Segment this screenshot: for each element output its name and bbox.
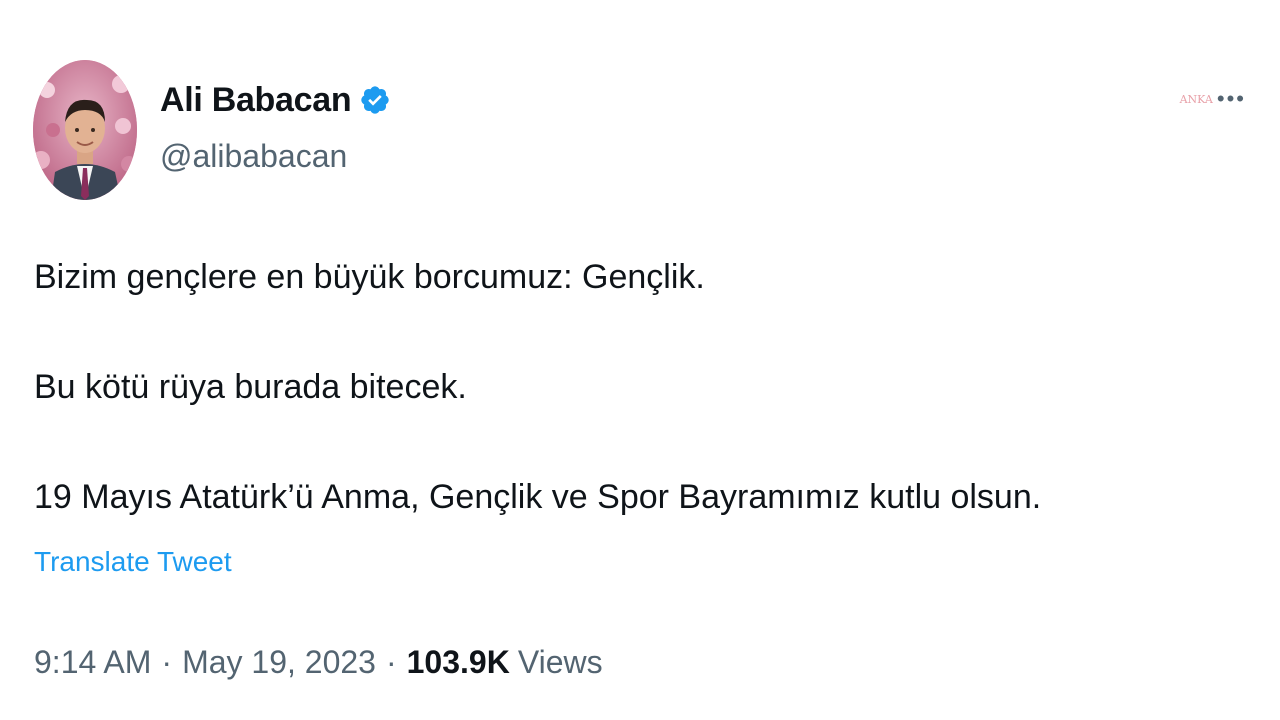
tweet-paragraph: 19 Mayıs Atatürk’ü Anma, Gençlik ve Spor… [34, 478, 1042, 516]
author-name-row: Ali Babacan [160, 78, 391, 122]
meta-separator: · [161, 644, 173, 680]
author-handle[interactable]: @alibabacan [160, 138, 391, 175]
author-block: Ali Babacan @alibabacan [160, 78, 391, 175]
translate-tweet-link[interactable]: Translate Tweet [34, 546, 232, 578]
watermark-label: ANKA [1179, 92, 1213, 106]
tweet-date[interactable]: May 19, 2023 [182, 644, 376, 681]
tweet-card: Ali Babacan @alibabacan ANKA ••• Bizim g… [0, 0, 1280, 720]
verified-badge-icon[interactable] [359, 84, 391, 116]
tweet-text: Bizim gençlere en büyük borcumuz: Gençli… [34, 252, 1234, 532]
more-options: ANKA ••• [1180, 88, 1246, 110]
tweet-paragraph: Bizim gençlere en büyük borcumuz: Gençli… [34, 258, 705, 296]
tweet-meta: 9:14 AM · May 19, 2023 · 103.9K Views [34, 644, 603, 681]
tweet-paragraph: Bu kötü rüya burada bitecek. [34, 368, 467, 406]
tweet-time[interactable]: 9:14 AM [34, 644, 151, 681]
meta-separator: · [385, 644, 397, 680]
avatar[interactable] [33, 60, 137, 200]
profile-photo-icon [33, 60, 137, 200]
views-count[interactable]: 103.9K [407, 644, 510, 681]
views-label[interactable]: Views [518, 644, 603, 681]
more-options-icon[interactable]: ••• [1217, 88, 1246, 110]
author-display-name[interactable]: Ali Babacan [160, 81, 352, 120]
